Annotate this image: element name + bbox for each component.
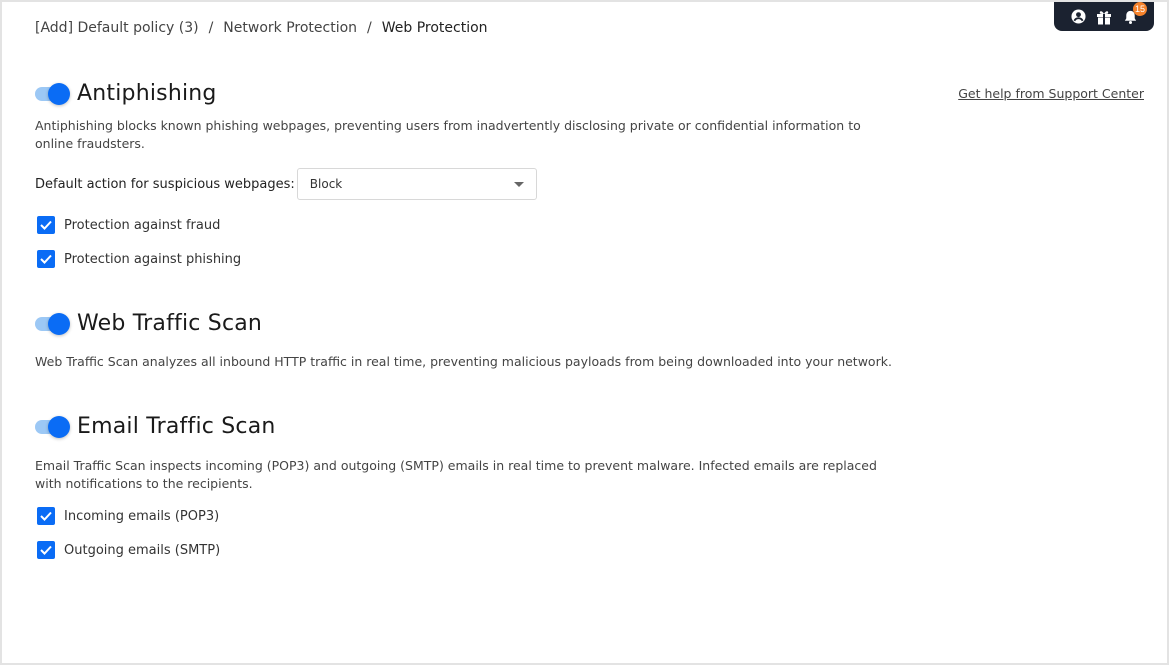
checkbox-checked[interactable] (37, 216, 55, 234)
gift-icon[interactable] (1096, 9, 1112, 25)
web-traffic-description: Web Traffic Scan analyzes all inbound HT… (35, 354, 892, 369)
section-web-traffic-header: Web Traffic Scan (35, 311, 262, 336)
option-label: Outgoing emails (SMTP) (64, 542, 221, 558)
section-antiphishing-header: Antiphishing (35, 81, 217, 106)
bell-icon[interactable]: 15 (1122, 1, 1147, 25)
email-traffic-description: Email Traffic Scan inspects incoming (PO… (35, 458, 877, 491)
page-frame: 15 [Add] Default policy (3) / Network Pr… (2, 1, 1167, 663)
section-email-traffic-header: Email Traffic Scan (35, 414, 276, 439)
section-title: Web Traffic Scan (77, 311, 263, 336)
option-label: Incoming emails (POP3) (64, 508, 220, 524)
breadcrumb-item-policy[interactable]: [Add] Default policy (3) (35, 20, 199, 36)
outgoing-emails-option[interactable]: Outgoing emails (SMTP) (37, 541, 220, 559)
check-icon (40, 220, 52, 230)
caret-down-icon (513, 181, 524, 187)
option-label: Protection against fraud (64, 217, 221, 233)
check-icon (40, 511, 52, 521)
support-center-link[interactable]: Get help from Support Center (958, 86, 1144, 101)
select-value: Block (309, 177, 343, 191)
phishing-protection-option[interactable]: Protection against phishing (37, 250, 241, 268)
toggle-knob (48, 82, 70, 105)
top-toolbar: 15 (1054, 1, 1154, 31)
check-icon (40, 545, 52, 555)
option-label: Protection against phishing (64, 251, 242, 267)
breadcrumb: [Add] Default policy (3) / Network Prote… (35, 20, 488, 36)
toggle-knob (48, 312, 70, 335)
notification-badge: 15 (1132, 1, 1147, 16)
incoming-emails-option[interactable]: Incoming emails (POP3) (37, 507, 219, 525)
fraud-protection-option[interactable]: Protection against fraud (37, 216, 220, 234)
check-icon (40, 254, 52, 264)
default-action-select[interactable]: Block (296, 168, 537, 200)
web-traffic-scan-toggle[interactable] (35, 312, 70, 335)
breadcrumb-separator: / (367, 20, 372, 36)
checkbox-checked[interactable] (37, 507, 55, 525)
breadcrumb-item-network-protection[interactable]: Network Protection (223, 20, 357, 36)
breadcrumb-separator: / (208, 20, 214, 36)
checkbox-checked[interactable] (37, 250, 55, 268)
antiphishing-toggle[interactable] (35, 82, 70, 105)
antiphishing-description: Antiphishing blocks known phishing webpa… (35, 118, 861, 151)
checkbox-checked[interactable] (37, 541, 55, 559)
default-action-label: Default action for suspicious webpages: (35, 176, 295, 192)
user-icon[interactable] (1070, 9, 1086, 25)
section-title: Antiphishing (77, 81, 217, 106)
section-title: Email Traffic Scan (77, 414, 276, 439)
email-traffic-scan-toggle[interactable] (35, 415, 70, 438)
breadcrumb-item-current: Web Protection (381, 20, 488, 36)
toggle-knob (48, 415, 70, 438)
default-action-row: Default action for suspicious webpages: … (35, 168, 537, 200)
